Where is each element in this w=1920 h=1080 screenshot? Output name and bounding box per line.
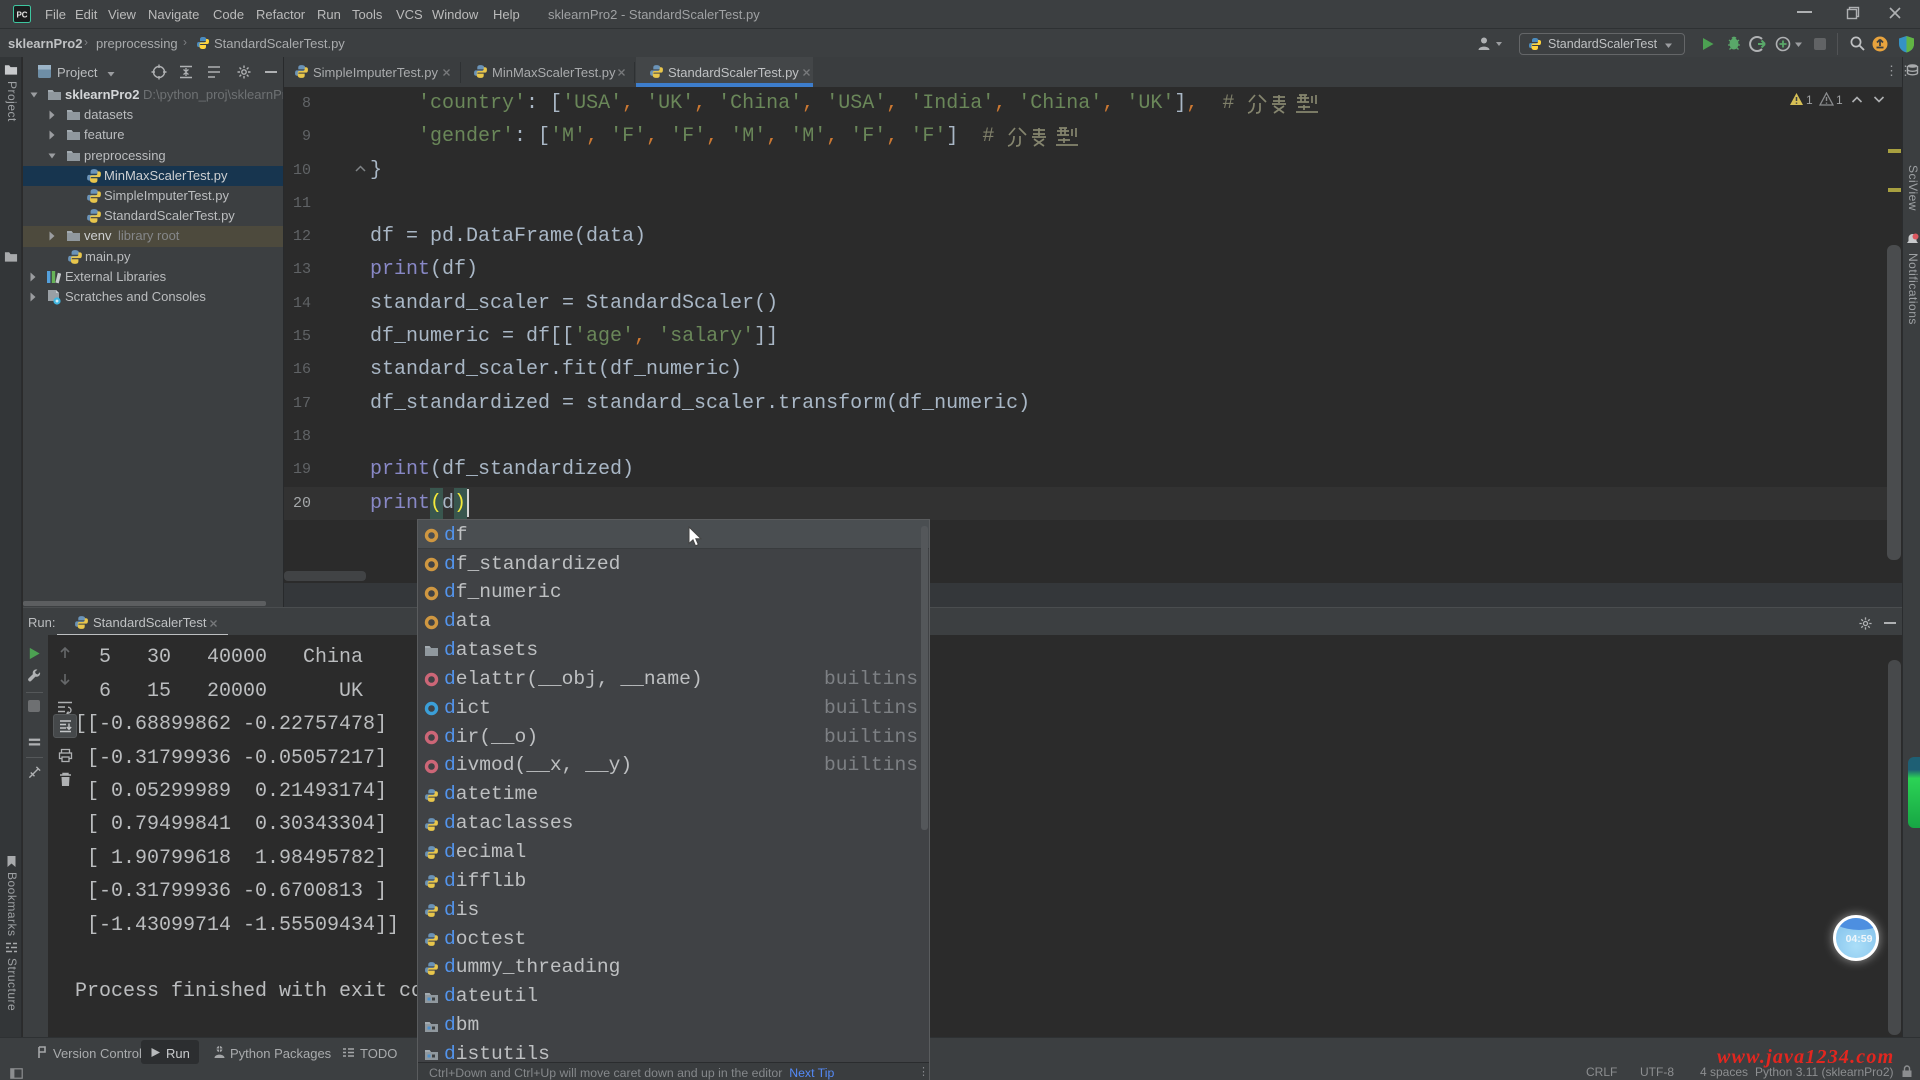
- svg-text:PC: PC: [16, 11, 27, 20]
